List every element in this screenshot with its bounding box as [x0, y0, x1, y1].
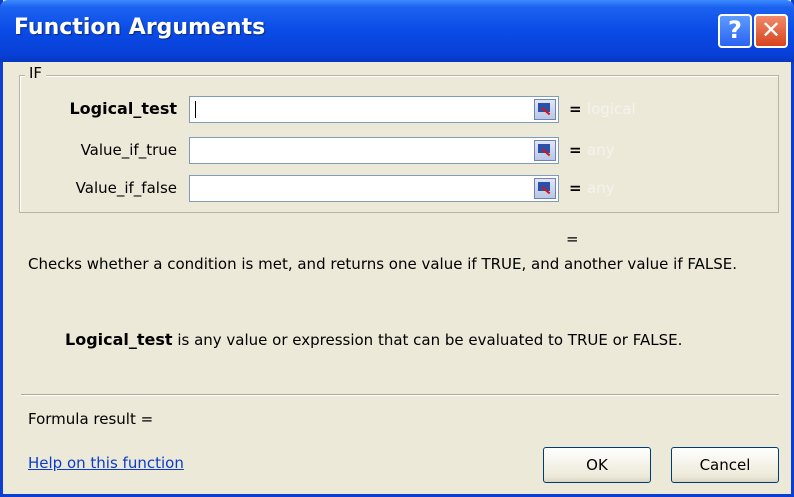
argument-help-name: Logical_test — [65, 330, 173, 349]
value-if-false-label: Value_if_false — [75, 179, 177, 197]
logical-test-type-hint: logical — [587, 100, 636, 118]
collapse-dialog-icon[interactable] — [534, 99, 556, 120]
logical-test-input[interactable] — [189, 96, 559, 123]
value-if-true-input[interactable] — [189, 137, 559, 164]
function-name-label: IF — [25, 64, 47, 82]
value-if-false-input[interactable] — [189, 175, 559, 202]
help-icon[interactable]: ? — [718, 14, 752, 48]
value-if-false-type-hint: any — [587, 179, 615, 197]
divider — [21, 394, 779, 396]
argument-help-text: is any value or expression that can be e… — [172, 331, 683, 349]
function-arguments-dialog: Function Arguments ? ✕ IF Logical_test =… — [0, 0, 794, 497]
formula-result: Formula result = — [28, 410, 154, 428]
value-if-false-equals: = — [569, 179, 582, 197]
dialog-title: Function Arguments — [14, 15, 266, 40]
logical-test-label: Logical_test — [69, 99, 177, 118]
cancel-button[interactable]: Cancel — [671, 447, 779, 483]
ok-button[interactable]: OK — [543, 447, 651, 483]
function-description: Checks whether a condition is met, and r… — [28, 255, 738, 273]
value-if-true-type-hint: any — [587, 141, 615, 159]
value-if-true-equals: = — [569, 141, 582, 159]
title-bar[interactable]: Function Arguments ? ✕ — [0, 0, 794, 62]
collapse-dialog-icon[interactable] — [534, 140, 556, 161]
logical-test-equals: = — [569, 100, 582, 118]
close-icon[interactable]: ✕ — [754, 14, 788, 48]
argument-help: Logical_test is any value or expression … — [65, 330, 682, 349]
function-result-equals: = — [566, 230, 579, 248]
value-if-true-label: Value_if_true — [80, 141, 177, 159]
collapse-dialog-icon[interactable] — [534, 178, 556, 199]
help-on-function-link[interactable]: Help on this function — [28, 454, 184, 472]
